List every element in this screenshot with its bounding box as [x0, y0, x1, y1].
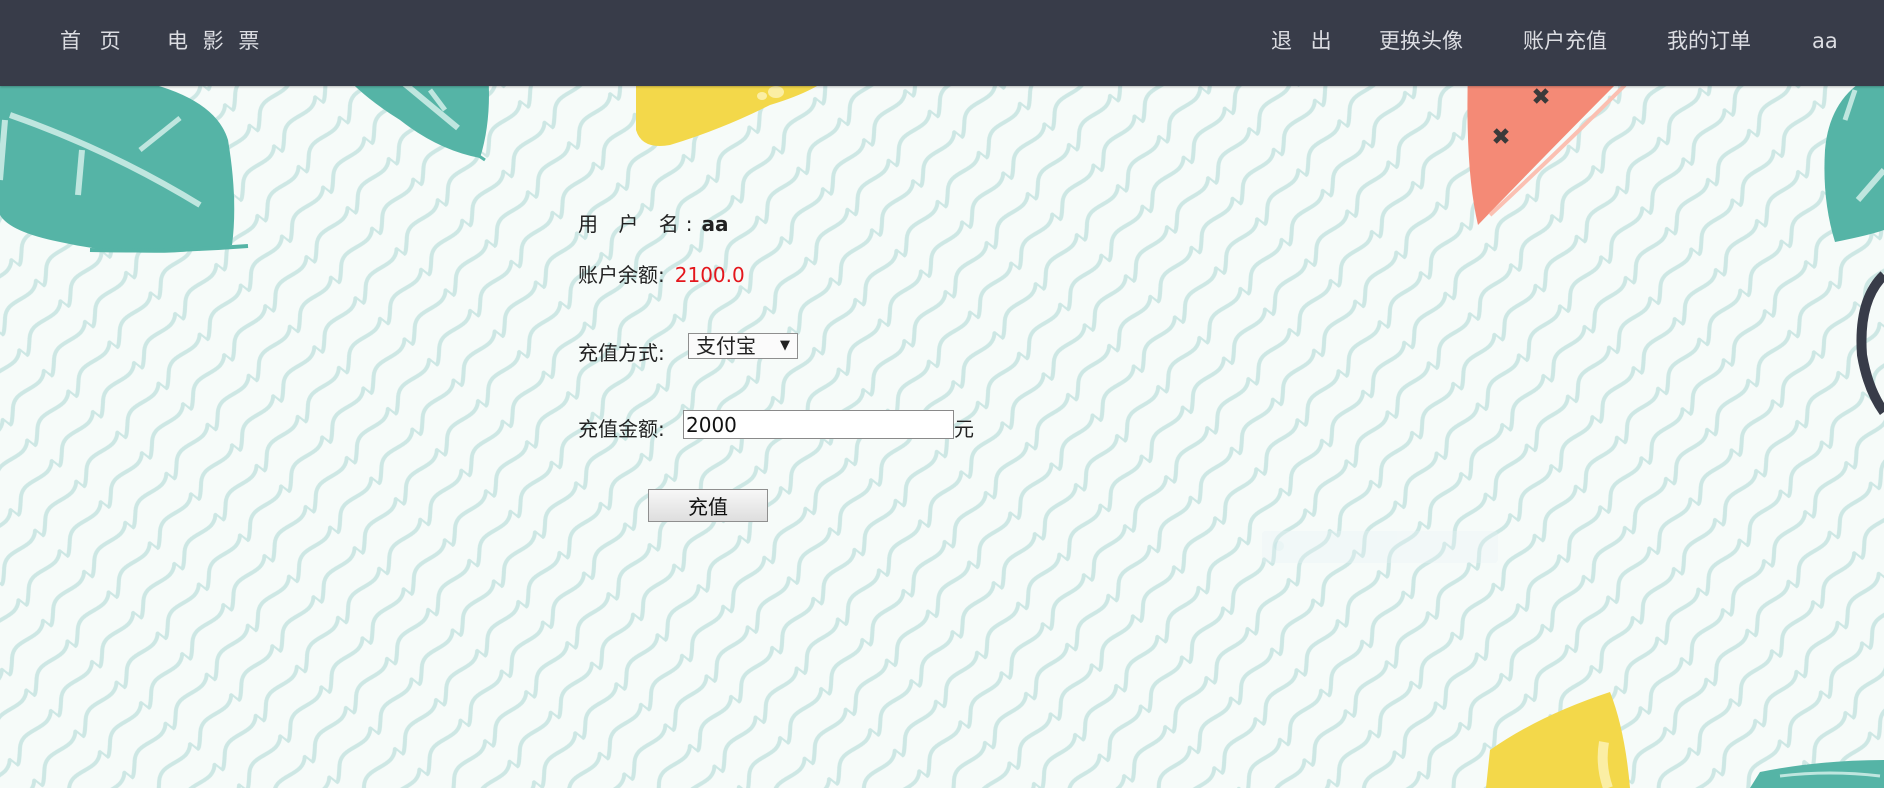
- decorative-background: [0, 0, 1884, 788]
- amount-label: 充值金额:: [578, 417, 665, 441]
- recharge-submit-button[interactable]: 充值: [648, 489, 768, 522]
- amount-input[interactable]: [683, 410, 954, 439]
- payment-method-select[interactable]: 支付宝 ▼: [688, 333, 798, 359]
- nav-orders-link[interactable]: 我的订单: [1667, 0, 1751, 86]
- balance-label: 账户余额:: [578, 263, 665, 287]
- nav-home-link[interactable]: 首 页: [60, 0, 127, 86]
- dropdown-arrow-icon: ▼: [780, 338, 790, 353]
- balance-value: 2100.0: [674, 263, 745, 287]
- nav-recharge-link[interactable]: 账户充值: [1523, 0, 1607, 86]
- nav-user-link[interactable]: aa: [1812, 0, 1838, 86]
- payment-method-label: 充值方式:: [578, 341, 665, 365]
- nav-change-avatar-link[interactable]: 更换头像: [1379, 0, 1463, 86]
- top-navbar: 首 页 电 影 票 退 出 更换头像 账户充值 我的订单 aa: [0, 0, 1884, 86]
- faded-overlay: [1262, 531, 1498, 563]
- balance-row: 账户余额: 2100.0: [578, 259, 745, 288]
- username-label: 用 户 名:: [578, 212, 700, 236]
- nav-tickets-link[interactable]: 电 影 票: [167, 0, 263, 86]
- payment-method-selected: 支付宝: [696, 334, 756, 358]
- amount-unit-label: 元: [954, 417, 974, 441]
- username-value: aa: [701, 212, 729, 236]
- username-row: 用 户 名: aa: [578, 208, 728, 237]
- nav-logout-link[interactable]: 退 出: [1271, 0, 1338, 86]
